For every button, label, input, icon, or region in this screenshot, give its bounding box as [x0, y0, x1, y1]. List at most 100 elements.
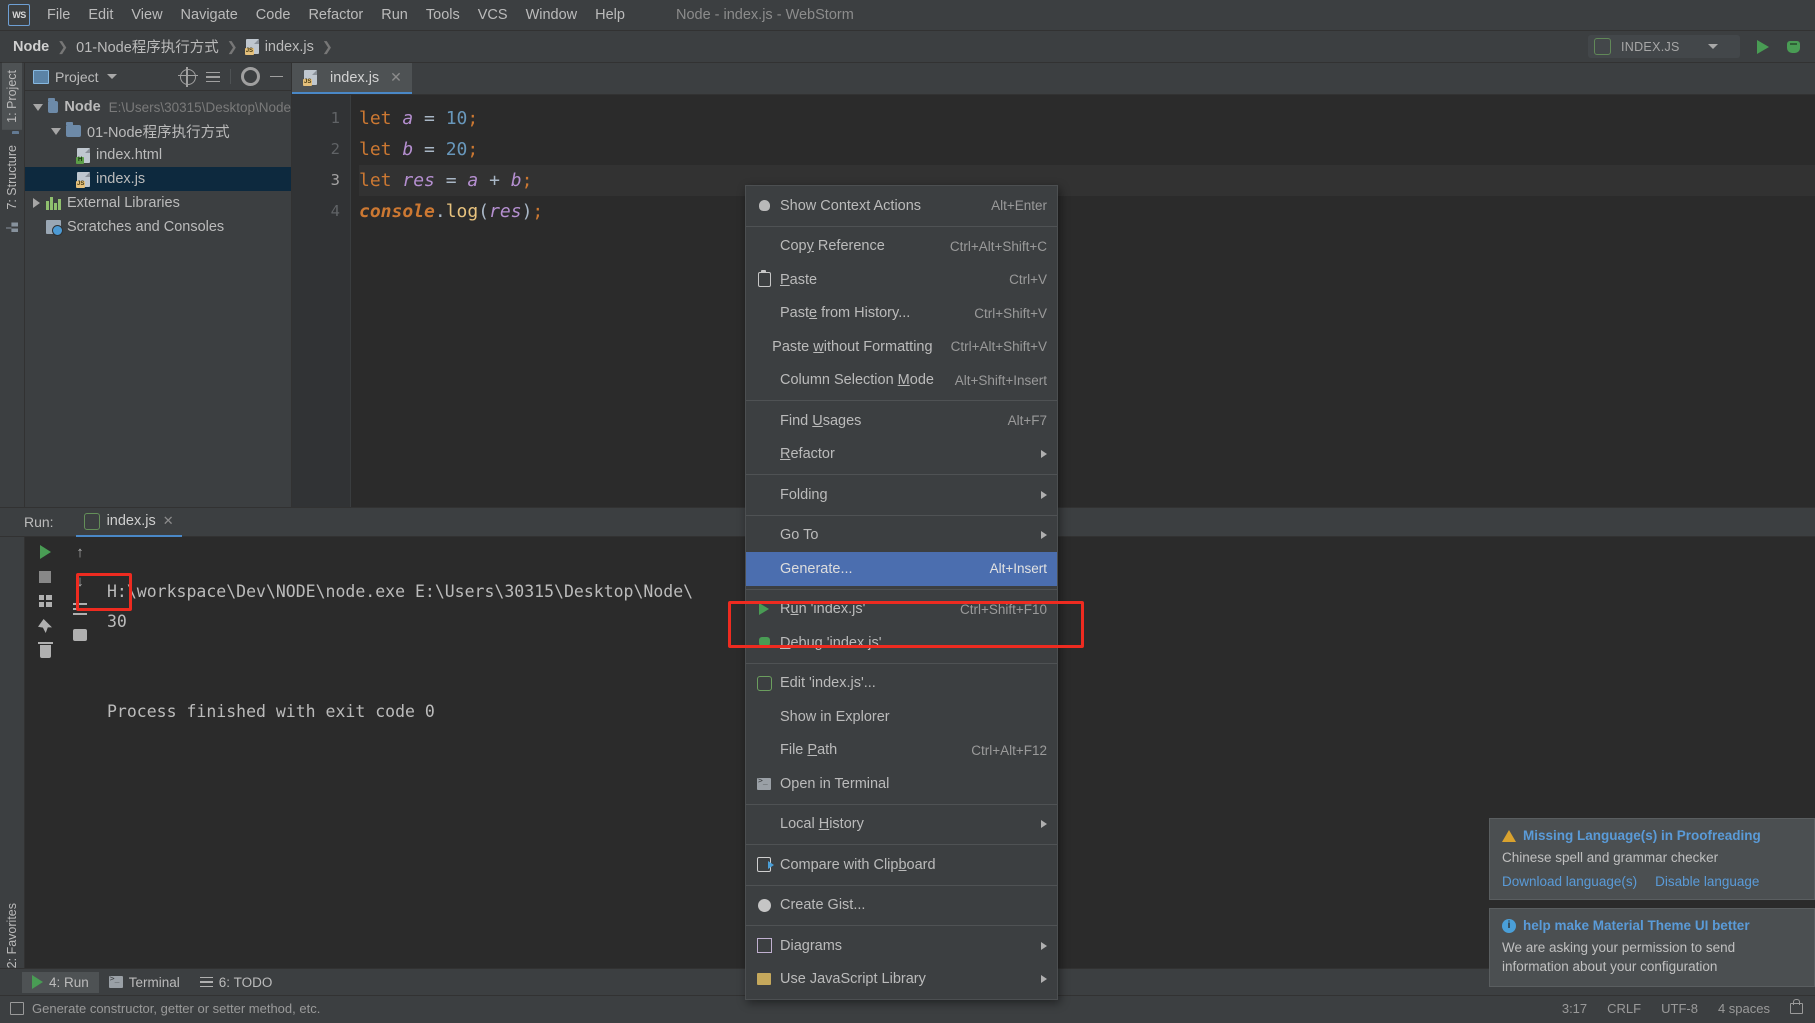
context-menu-item-go-to[interactable]: Go To: [746, 519, 1057, 553]
context-menu-item-paste-without-formatting[interactable]: Paste without Formatting Ctrl+Alt+Shift+V: [746, 330, 1057, 364]
notification-actions: Download language(s) Disable language: [1502, 874, 1802, 889]
stop-icon[interactable]: [39, 571, 51, 583]
code-line: console.log(res);: [359, 196, 1815, 227]
status-message-icon: [10, 1001, 24, 1015]
menu-refactor[interactable]: Refactor: [299, 3, 372, 27]
bottom-tab-label: 4: Run: [49, 974, 89, 990]
code-token: ): [521, 201, 533, 222]
lightbulb-icon: [754, 200, 774, 212]
menu-navigate[interactable]: Navigate: [172, 3, 247, 27]
menu-vcs[interactable]: VCS: [469, 3, 517, 27]
print-icon[interactable]: [73, 629, 87, 641]
breadcrumb-folder[interactable]: 01-Node程序执行方式: [73, 34, 222, 59]
chevron-down-icon[interactable]: [33, 103, 43, 111]
context-menu-item-paste-from-history[interactable]: Paste from History... Ctrl+Shift+V: [746, 297, 1057, 331]
context-menu-item-paste[interactable]: Paste Ctrl+V: [746, 263, 1057, 297]
tree-item-index-html[interactable]: index.html: [25, 143, 291, 167]
rerun-icon[interactable]: [39, 545, 51, 559]
context-menu-item-run-indexjs[interactable]: Run 'index.js' Ctrl+Shift+F10: [746, 593, 1057, 627]
context-menu-item-shortcut: Alt+Shift+Insert: [954, 372, 1047, 388]
menu-view[interactable]: View: [122, 3, 171, 27]
menu-file[interactable]: File: [38, 3, 79, 27]
webstorm-logo-icon: WS: [8, 4, 30, 26]
line-number: 4: [330, 202, 340, 220]
pin-icon[interactable]: [38, 619, 52, 633]
disable-language-link[interactable]: Disable language: [1655, 874, 1759, 889]
context-menu-separator: [746, 588, 1057, 590]
tree-item-01-node-folder[interactable]: 01-Node程序执行方式: [25, 119, 291, 143]
notification-material-theme[interactable]: i help make Material Theme UI better We …: [1489, 908, 1815, 987]
line-separator[interactable]: CRLF: [1607, 1001, 1641, 1016]
sidebar-tab-favorites[interactable]: 2: Favorites: [5, 903, 19, 968]
menu-help[interactable]: Help: [586, 3, 634, 27]
breadcrumb-node[interactable]: Node: [10, 37, 52, 57]
menu-window[interactable]: Window: [517, 3, 587, 27]
gear-icon[interactable]: [241, 67, 260, 86]
debug-button[interactable]: [1787, 40, 1800, 53]
context-menu-item-edit-indexjs[interactable]: Edit 'index.js'...: [746, 667, 1057, 701]
context-menu-item-diagrams[interactable]: Diagrams: [746, 929, 1057, 963]
context-menu-item-refactor[interactable]: Refactor: [746, 438, 1057, 472]
code-token: (: [478, 201, 490, 222]
code-content[interactable]: let a = 10; let b = 20; let res = a + b; co…: [351, 95, 1815, 507]
run-tab-index-js[interactable]: index.js ✕: [75, 507, 182, 537]
context-menu-item-create-gist[interactable]: Create Gist...: [746, 889, 1057, 923]
lock-icon[interactable]: [1790, 998, 1803, 1014]
scroll-down-icon[interactable]: ↓: [76, 574, 84, 589]
menu-edit[interactable]: Edit: [79, 3, 122, 27]
trash-icon[interactable]: [37, 642, 53, 658]
bottom-tab-todo[interactable]: 6: TODO: [190, 972, 283, 993]
context-menu-item-label: Run 'index.js': [780, 601, 866, 618]
context-menu-item-find-usages[interactable]: Find Usages Alt+F7: [746, 404, 1057, 438]
hide-panel-icon[interactable]: [270, 75, 283, 78]
sidebar-tab-structure[interactable]: 7: Structure: [2, 138, 22, 217]
close-icon[interactable]: ✕: [163, 513, 174, 529]
menu-tools[interactable]: Tools: [417, 3, 469, 27]
editor-tab-index-js[interactable]: index.js ✕: [292, 63, 412, 94]
context-menu-item-open-in-terminal[interactable]: Open in Terminal: [746, 767, 1057, 801]
scratches-icon: [46, 220, 63, 236]
code-token: =: [413, 139, 446, 160]
context-menu-item-show-in-explorer[interactable]: Show in Explorer: [746, 700, 1057, 734]
chevron-down-icon[interactable]: [51, 127, 61, 135]
context-menu-item-label: File Path: [780, 742, 838, 759]
tree-item-external-libraries[interactable]: External Libraries: [25, 191, 291, 215]
download-languages-link[interactable]: Download language(s): [1502, 874, 1637, 889]
notification-proofreading[interactable]: Missing Language(s) in Proofreading Chin…: [1489, 818, 1815, 900]
context-menu-item-column-selection-mode[interactable]: Column Selection Mode Alt+Shift+Insert: [746, 364, 1057, 398]
breadcrumb-file[interactable]: index.js: [243, 37, 317, 57]
context-menu-item-copy-reference[interactable]: Copy Reference Ctrl+Alt+Shift+C: [746, 230, 1057, 264]
context-menu-item-debug-indexjs[interactable]: Debug 'index.js': [746, 626, 1057, 660]
run-button[interactable]: [1757, 39, 1769, 54]
context-menu-item-file-path[interactable]: File Path Ctrl+Alt+F12: [746, 734, 1057, 768]
collapse-all-icon[interactable]: [206, 70, 220, 84]
menu-run[interactable]: Run: [372, 3, 417, 27]
bottom-tab-terminal[interactable]: Terminal: [99, 972, 190, 993]
context-menu-item-folding[interactable]: Folding: [746, 478, 1057, 512]
tree-item-node[interactable]: Node E:\Users\30315\Desktop\Node: [25, 95, 291, 119]
editor-context-menu[interactable]: Show Context Actions Alt+Enter Copy Refere…: [745, 185, 1058, 1000]
scroll-up-icon[interactable]: ↑: [76, 545, 84, 560]
layout-icon[interactable]: [38, 595, 52, 607]
tree-item-index-js[interactable]: index.js: [25, 167, 291, 191]
tree-item-scratches-and-consoles[interactable]: Scratches and Consoles: [25, 215, 291, 239]
caret-position[interactable]: 3:17: [1562, 1001, 1587, 1016]
close-icon[interactable]: ✕: [390, 69, 402, 86]
run-configuration-selector[interactable]: INDEX.JS: [1588, 35, 1740, 58]
project-view-dropdown-icon[interactable]: [106, 74, 117, 79]
file-encoding[interactable]: UTF-8: [1661, 1001, 1698, 1016]
context-menu-item-use-javascript-library[interactable]: Use JavaScript Library: [746, 963, 1057, 997]
menu-code[interactable]: Code: [247, 3, 300, 27]
sidebar-tab-project[interactable]: 1: Project: [2, 63, 22, 130]
chevron-down-icon[interactable]: [1707, 44, 1718, 49]
locate-target-icon[interactable]: [178, 66, 198, 87]
context-menu-item-local-history[interactable]: Local History: [746, 808, 1057, 842]
chevron-right-icon[interactable]: [33, 198, 40, 208]
bottom-tab-run[interactable]: 4: Run: [22, 971, 99, 993]
context-menu-item-generate[interactable]: Generate... Alt+Insert: [746, 552, 1057, 586]
context-menu-item-compare-with-clipboard[interactable]: Compare with Clipboard: [746, 848, 1057, 882]
indent-setting[interactable]: 4 spaces: [1718, 1001, 1770, 1016]
context-menu-item-show-context-actions[interactable]: Show Context Actions Alt+Enter: [746, 189, 1057, 223]
context-menu-item-label: Use JavaScript Library: [780, 971, 926, 988]
soft-wrap-icon[interactable]: [73, 603, 87, 615]
